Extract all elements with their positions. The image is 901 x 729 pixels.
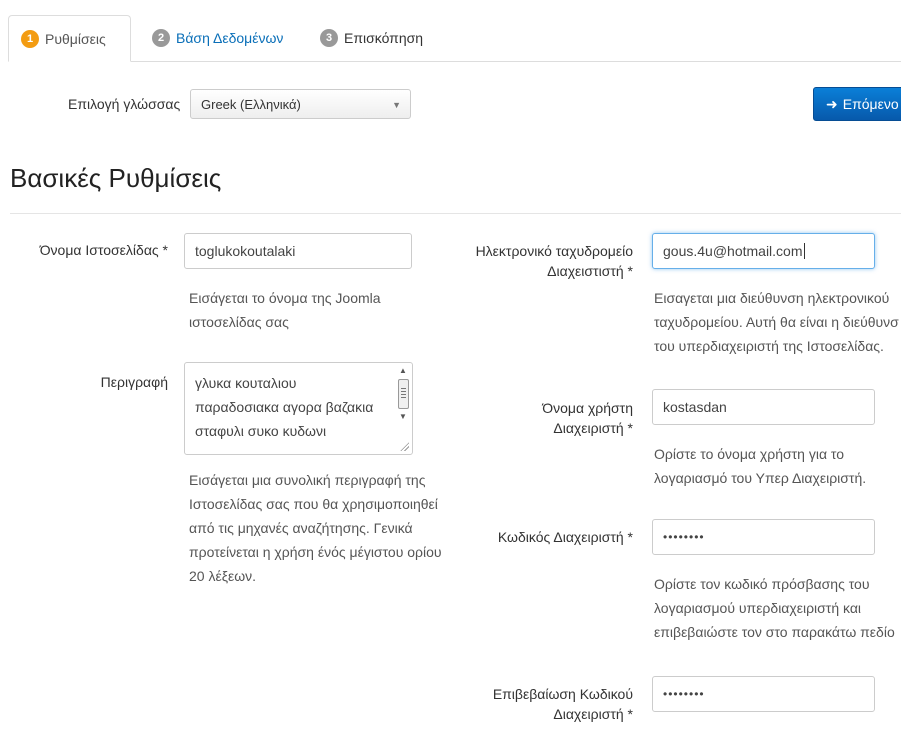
label-line: Όνομα χρήστη: [542, 400, 633, 416]
text-cursor: [803, 243, 805, 259]
admin-username-input[interactable]: kostasdan: [652, 389, 875, 425]
site-name-help: Εισάγεται το όνομα της Joomla ιστοσελίδα…: [189, 286, 429, 334]
help-line: λογαριασμό του Υπερ Διαχειριστή.: [654, 470, 867, 486]
admin-username-label: Όνομα χρήστη Διαχειριστή *: [440, 398, 633, 438]
admin-username-value: kostasdan: [663, 399, 727, 415]
scroll-thumb[interactable]: [398, 379, 409, 409]
site-name-value: toglukokoutalaki: [195, 243, 296, 259]
confirm-password-value: ••••••••: [663, 687, 705, 701]
tab-label: Ρυθμίσεις: [45, 30, 106, 47]
admin-password-label: Κωδικός Διαχειριστή *: [497, 529, 633, 545]
tab-label: Βάση Δεδομένων: [176, 30, 284, 46]
scroll-up-icon[interactable]: ▲: [396, 365, 410, 377]
help-line: Εισάγεται το όνομα της Joomla: [189, 290, 381, 306]
next-button[interactable]: ➜ Επόμενο: [813, 87, 901, 121]
scroll-down-icon[interactable]: ▼: [396, 411, 410, 423]
help-line: Ιστοσελίδας σας που θα χρησιμοποιηθεί: [189, 496, 438, 512]
help-line: ταχυδρομείου. Αυτή θα είναι η διεύθυνσ: [654, 314, 899, 330]
next-button-label: Επόμενο: [842, 96, 899, 112]
tab-database[interactable]: 2 Βάση Δεδομένων: [140, 15, 300, 61]
help-line: προτείνεται η χρήση ένός μέγιστου ορίου: [189, 544, 442, 560]
help-line: ιστοσελίδας σας: [189, 314, 289, 330]
confirm-password-label: Επιβεβαίωση Κωδικού Διαχειριστή *: [440, 684, 633, 724]
admin-email-label: Ηλεκτρονικό ταχυδρομείο Διαχειστιστή *: [440, 241, 633, 281]
description-line: παραδοσιακα αγορα βαζακια: [195, 399, 374, 415]
admin-email-value: gous.4u@hotmail.com: [663, 243, 803, 259]
admin-password-input[interactable]: ••••••••: [652, 519, 875, 555]
description-label: Περιγραφή: [100, 374, 168, 390]
site-name-label: Όνομα Ιστοσελίδας *: [39, 242, 168, 258]
tab-number-badge: 1: [21, 29, 39, 48]
label-line: Διαχειστιστή *: [547, 263, 633, 279]
help-line: του υπερδιαχειριστή της Ιστοσελίδας.: [654, 338, 884, 354]
language-selected-value: Greek (Ελληνικά): [201, 96, 301, 112]
resize-handle-icon[interactable]: [400, 442, 409, 451]
site-name-input[interactable]: toglukokoutalaki: [184, 233, 412, 269]
label-line: Διαχειριστή *: [553, 706, 633, 722]
help-line: Εισαγεται μια διεύθυνση ηλεκτρονικού: [654, 290, 890, 306]
admin-email-input[interactable]: gous.4u@hotmail.com: [652, 233, 875, 269]
confirm-password-input[interactable]: ••••••••: [652, 676, 875, 712]
help-line: λογαριασμού υπερδιαχειριστή και: [654, 600, 862, 616]
description-scrollbar[interactable]: ▲ ▼: [396, 365, 410, 425]
description-help: Εισάγεται μια συνολική περιγραφή της Ιστ…: [189, 468, 469, 588]
chevron-down-icon: ▼: [392, 100, 401, 110]
help-line: Ορίστε το όνομα χρήστη για το: [654, 446, 845, 462]
admin-password-value: ••••••••: [663, 530, 705, 544]
help-line: από τις μηχανές αναζήτησης. Γενικά: [189, 520, 413, 536]
description-textarea[interactable]: γλυκα κουταλιου παραδοσιακα αγορα βαζακι…: [184, 362, 413, 455]
section-divider: [10, 213, 901, 214]
arrow-right-icon: ➜: [826, 95, 838, 112]
admin-email-help: Εισαγεται μια διεύθυνση ηλεκτρονικού ταχ…: [654, 286, 901, 358]
label-line: Ηλεκτρονικό ταχυδρομείο: [475, 243, 633, 259]
language-select[interactable]: Greek (Ελληνικά) ▼: [190, 89, 411, 119]
tab-settings[interactable]: 1 Ρυθμίσεις: [8, 15, 131, 62]
admin-password-help: Ορίστε τον κωδικό πρόσβασης του λογαριασ…: [654, 572, 901, 644]
tab-label: Επισκόπηση: [344, 30, 424, 46]
language-label: Επιλογή γλώσσας: [68, 96, 181, 112]
label-line: Διαχειριστή *: [553, 420, 633, 436]
tab-overview[interactable]: 3 Επισκόπηση: [308, 15, 448, 61]
tab-number-badge: 3: [320, 29, 338, 47]
help-line: Ορίστε τον κωδικό πρόσβασης του: [654, 576, 870, 592]
help-line: Εισάγεται μια συνολική περιγραφή της: [189, 472, 426, 488]
label-line: Επιβεβαίωση Κωδικού: [492, 686, 633, 702]
tab-number-badge: 2: [152, 29, 170, 47]
description-text: γλυκα κουταλιου παραδοσιακα αγορα βαζακι…: [195, 371, 385, 443]
help-line: 20 λέξεων.: [189, 568, 257, 584]
tabs-divider: [8, 61, 901, 62]
description-line: γλυκα κουταλιου: [195, 375, 297, 391]
section-title: Βασικές Ρυθμίσεις: [10, 163, 222, 193]
help-line: επιβεβαιώστε τον στο παρακάτω πεδίο: [654, 624, 895, 640]
description-line: σταφυλι συκο κυδωνι: [195, 423, 327, 439]
install-tabs: 1 Ρυθμίσεις 2 Βάση Δεδομένων 3 Επισκόπησ…: [8, 15, 901, 62]
admin-username-help: Ορίστε το όνομα χρήστη για το λογαριασμό…: [654, 442, 901, 490]
